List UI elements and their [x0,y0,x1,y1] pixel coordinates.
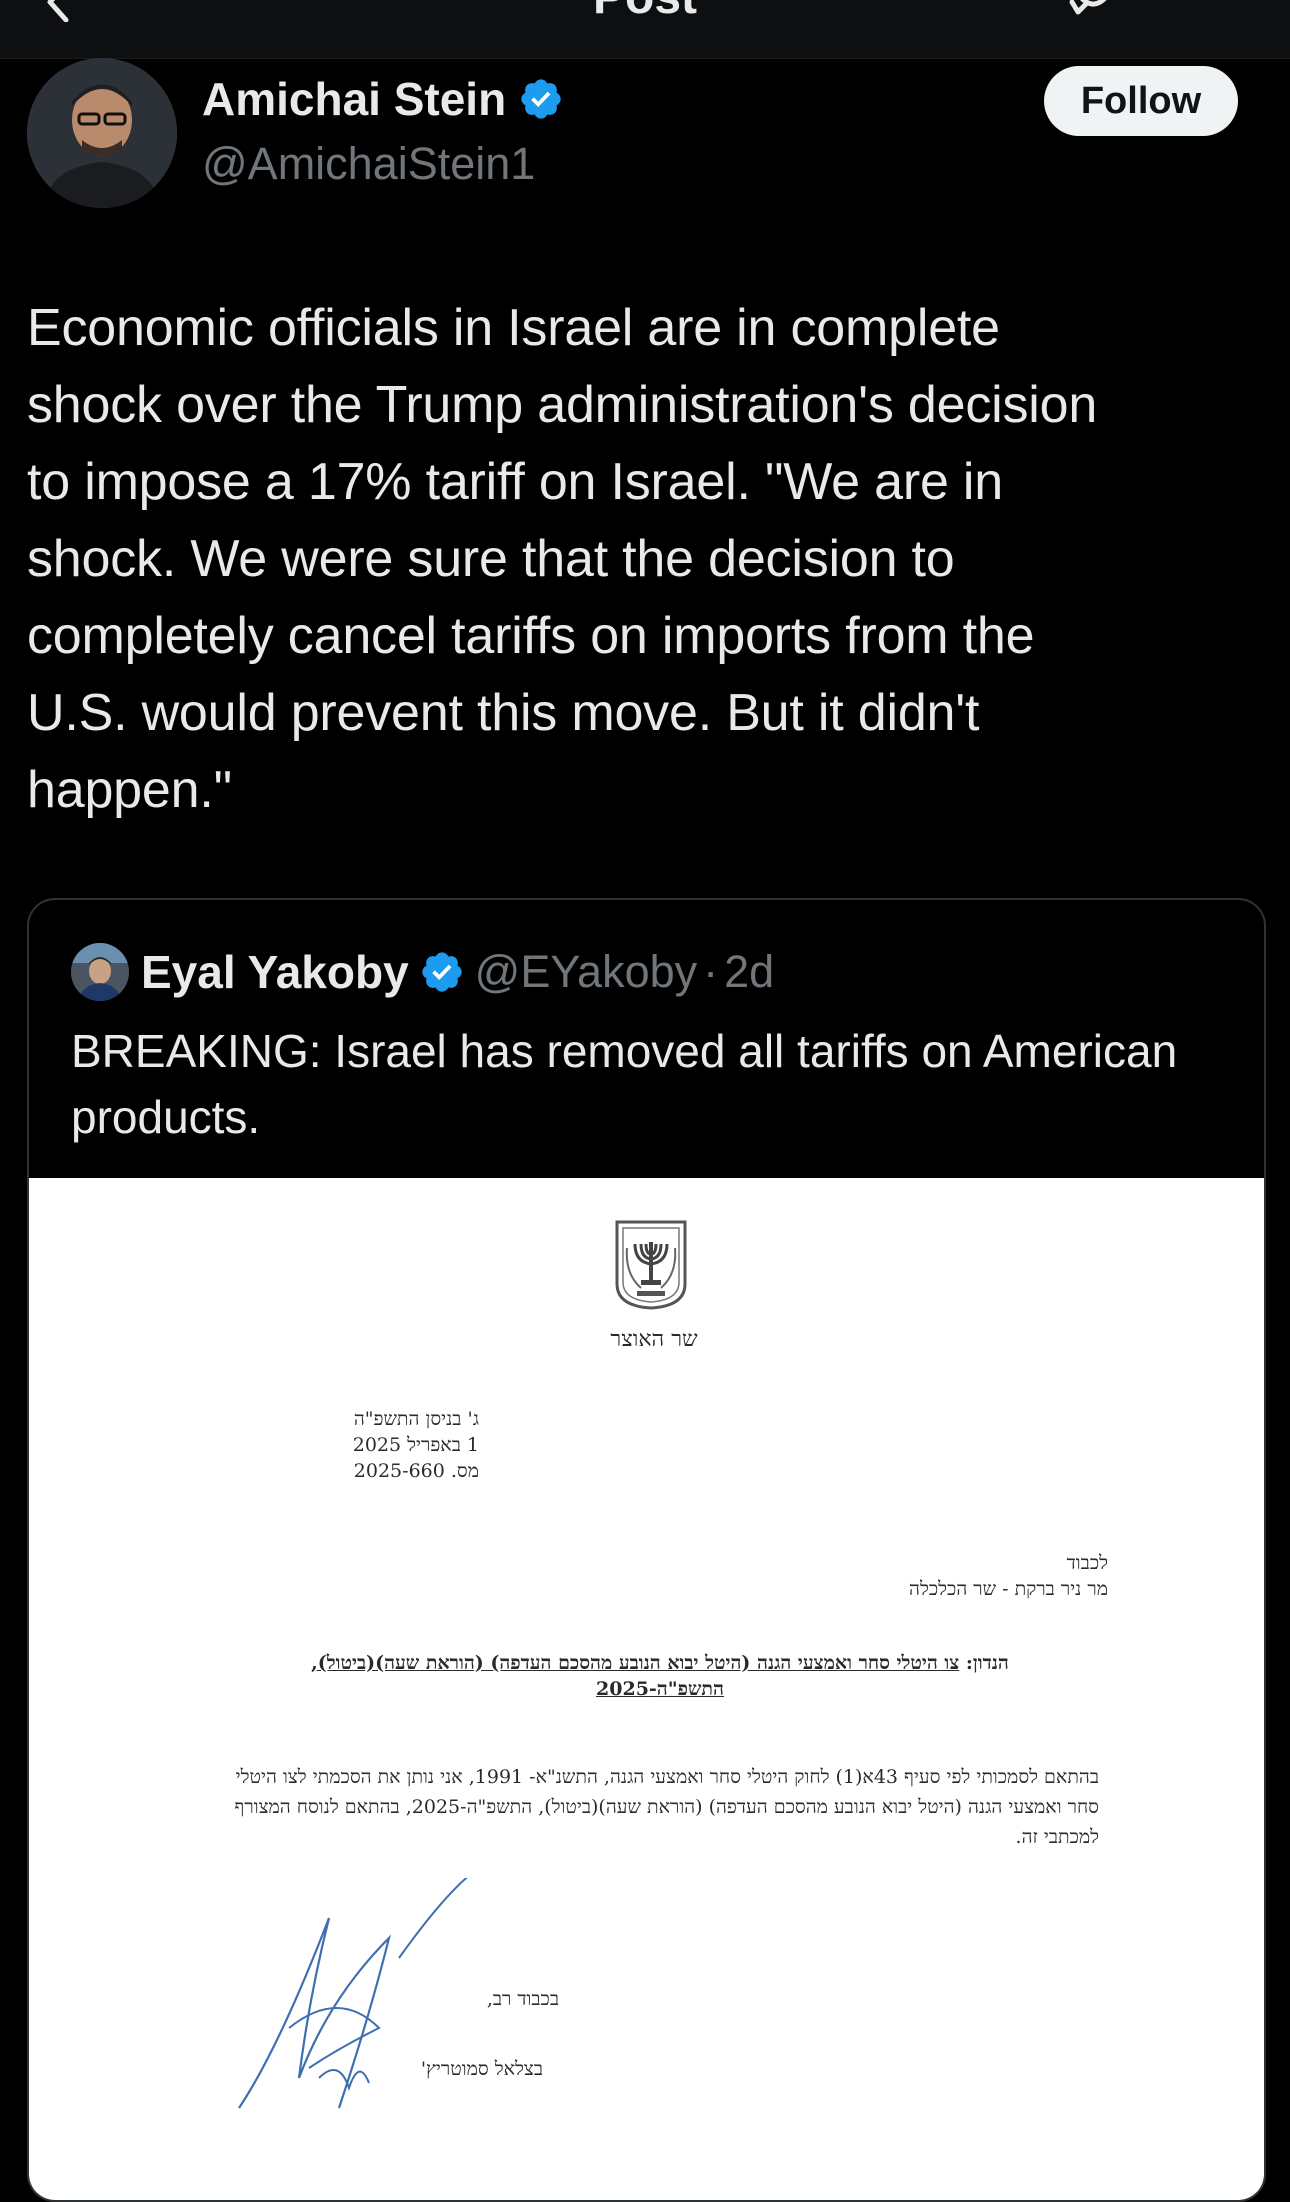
document-signer-name: בצלאל סמוטריץ' [420,2058,543,2080]
document-subject: הנדון: צו היטלי סחר ואמצעי הגנה (היטל יב… [269,1650,1051,1702]
ministry-title: שר האוצר [610,1327,698,1352]
state-emblem-icon [615,1220,687,1310]
document-gregorian-date: 1 באפריל 2025 [352,1434,479,1456]
document-reference-number: מס. 2025-660 [353,1460,479,1482]
document-subject-text: צו היטלי סחר ואמצעי הגנה (היטל יבוא הנוב… [311,1652,960,1700]
document-body: בהתאם לסמכותי לפי סעיף 43א(1) לחוק היטלי… [234,1766,1099,1848]
quoted-timestamp[interactable]: 2d [724,946,774,998]
quoted-tweet-text: BREAKING: Israel has removed all tariffs… [71,1025,1178,1143]
attached-document-image[interactable]: שר האוצר ג' בניסן התשפ"ה 1 באפריל 2025 מ… [29,1178,1264,2200]
follow-button[interactable]: Follow [1044,66,1238,136]
verified-badge-icon [521,79,561,119]
quoted-author-handle[interactable]: @EYakoby [475,946,697,998]
separator-dot: · [703,946,719,997]
author-handle[interactable]: @AmichaiStein1 [202,138,535,190]
document-closing: בכבוד רב, [486,1988,559,2010]
refresh-icon[interactable] [1064,0,1120,22]
document-hebrew-date: ג' בניסן התשפ"ה [353,1408,479,1430]
quoted-author-name[interactable]: Eyal Yakoby [141,945,409,999]
quoted-avatar[interactable] [71,943,129,1001]
document-recipient-block: לכבוד מר ניר ברקת - שר הכלכלה [688,1550,1108,1602]
quoted-tweet-header: Eyal Yakoby @EYakoby · 2d [71,942,774,1002]
avatar-image [27,58,177,208]
author-name-row[interactable]: Amichai Stein [202,72,564,126]
author-name[interactable]: Amichai Stein [202,72,506,126]
document-subject-prefix: הנדון: [959,1652,1009,1674]
quoted-avatar-image [71,943,129,1001]
quoted-tweet-card[interactable]: Eyal Yakoby @EYakoby · 2d BREAKING: Isra… [27,898,1266,2202]
document-recipient: מר ניר ברקת - שר הכלכלה [909,1578,1108,1600]
document-date-block: ג' בניסן התשפ"ה 1 באפריל 2025 מס. 2025-6… [279,1406,479,1484]
top-nav-bar: Post [0,0,1290,59]
tweet-text: Economic officials in Israel are in comp… [27,299,1098,819]
avatar[interactable] [27,58,177,208]
verified-badge-icon [422,952,462,992]
document-salutation: לכבוד [1066,1552,1108,1574]
